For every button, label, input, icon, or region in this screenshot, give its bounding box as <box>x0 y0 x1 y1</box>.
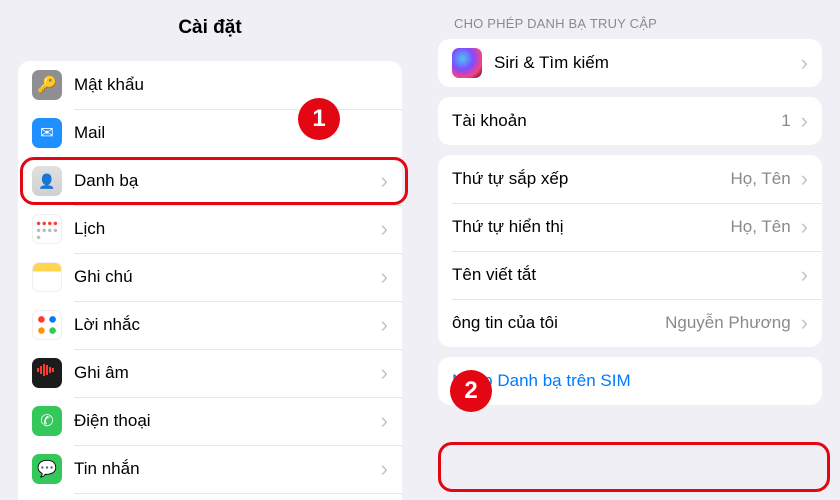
notes-icon <box>32 262 62 292</box>
key-icon: 🔑 <box>32 70 62 100</box>
chevron-right-icon: › <box>381 314 388 336</box>
contacts-detail-pane: CHO PHÉP DANH BẠ TRUY CẬP Siri & Tìm kiế… <box>420 0 840 500</box>
settings-item-reminders[interactable]: Lời nhắc › <box>18 301 402 349</box>
label-notes: Ghi chú <box>74 267 377 287</box>
siri-icon <box>452 48 482 78</box>
chevron-right-icon: › <box>801 52 808 74</box>
value-sort: Họ, Tên <box>731 169 791 189</box>
voice-memo-icon <box>32 358 62 388</box>
page-title: Cài đặt <box>0 0 420 55</box>
chevron-right-icon: › <box>801 168 808 190</box>
annotation-highlight-2 <box>438 442 830 492</box>
row-display-order[interactable]: Thứ tự hiển thị Họ, Tên › <box>438 203 822 251</box>
chevron-right-icon: › <box>381 170 388 192</box>
label-mail: Mail <box>74 123 388 143</box>
chevron-right-icon: › <box>801 110 808 132</box>
label-passwords: Mật khẩu <box>74 75 388 95</box>
label-display: Thứ tự hiển thị <box>452 217 731 237</box>
reminders-icon <box>32 310 62 340</box>
label-sort: Thứ tự sắp xếp <box>452 169 731 189</box>
chevron-right-icon: › <box>801 264 808 286</box>
label-reminders: Lời nhắc <box>74 315 377 335</box>
label-voicememo: Ghi âm <box>74 363 377 383</box>
value-myinfo: Nguyễn Phương <box>665 313 791 333</box>
settings-left-pane: Cài đặt 🔑 Mật khẩu ✉︎ Mail 👤 Danh bạ › L… <box>0 0 420 500</box>
settings-item-messages[interactable]: 💬 Tin nhắn › <box>18 445 402 493</box>
chevron-right-icon: › <box>801 312 808 334</box>
group-accounts: Tài khoản 1 › <box>438 97 822 145</box>
label-contacts: Danh bạ <box>74 171 377 191</box>
group-contacts-options: Thứ tự sắp xếp Họ, Tên › Thứ tự hiển thị… <box>438 155 822 347</box>
label-messages: Tin nhắn <box>74 459 377 479</box>
row-my-info[interactable]: ông tin của tôi Nguyễn Phương › <box>438 299 822 347</box>
row-siri-search[interactable]: Siri & Tìm kiếm › <box>438 39 822 87</box>
settings-item-passwords[interactable]: 🔑 Mật khẩu <box>18 61 402 109</box>
label-myinfo: ông tin của tôi <box>452 313 665 333</box>
chevron-right-icon: › <box>381 362 388 384</box>
label-shortname: Tên viết tắt <box>452 265 797 285</box>
settings-list: 🔑 Mật khẩu ✉︎ Mail 👤 Danh bạ › Lịch › Gh… <box>18 61 402 500</box>
chevron-right-icon: › <box>381 218 388 240</box>
chevron-right-icon: › <box>381 458 388 480</box>
settings-item-calendar[interactable]: Lịch › <box>18 205 402 253</box>
chevron-right-icon: › <box>801 216 808 238</box>
settings-item-facetime[interactable]: ▢ FaceTime › <box>18 493 402 500</box>
messages-icon: 💬 <box>32 454 62 484</box>
settings-item-mail[interactable]: ✉︎ Mail <box>18 109 402 157</box>
contacts-icon: 👤 <box>32 166 62 196</box>
settings-item-phone[interactable]: ✆ Điện thoại › <box>18 397 402 445</box>
phone-icon: ✆ <box>32 406 62 436</box>
group-import-sim: Nhập Danh bạ trên SIM <box>438 357 822 405</box>
group-siri: Siri & Tìm kiếm › <box>438 39 822 87</box>
mail-icon: ✉︎ <box>32 118 62 148</box>
row-import-sim[interactable]: Nhập Danh bạ trên SIM <box>438 357 822 405</box>
row-short-name[interactable]: Tên viết tắt › <box>438 251 822 299</box>
label-calendar: Lịch <box>74 219 377 239</box>
value-accounts: 1 <box>781 111 790 131</box>
settings-item-notes[interactable]: Ghi chú › <box>18 253 402 301</box>
row-accounts[interactable]: Tài khoản 1 › <box>438 97 822 145</box>
settings-item-contacts[interactable]: 👤 Danh bạ › <box>18 157 402 205</box>
calendar-icon <box>32 214 62 244</box>
section-header-access: CHO PHÉP DANH BẠ TRUY CẬP <box>420 0 840 39</box>
label-phone: Điện thoại <box>74 411 377 431</box>
label-siri: Siri & Tìm kiếm <box>494 53 797 73</box>
value-display: Họ, Tên <box>731 217 791 237</box>
label-import-sim: Nhập Danh bạ trên SIM <box>452 371 808 391</box>
row-sort-order[interactable]: Thứ tự sắp xếp Họ, Tên › <box>438 155 822 203</box>
chevron-right-icon: › <box>381 266 388 288</box>
chevron-right-icon: › <box>381 410 388 432</box>
settings-item-voicememo[interactable]: Ghi âm › <box>18 349 402 397</box>
label-accounts: Tài khoản <box>452 111 781 131</box>
